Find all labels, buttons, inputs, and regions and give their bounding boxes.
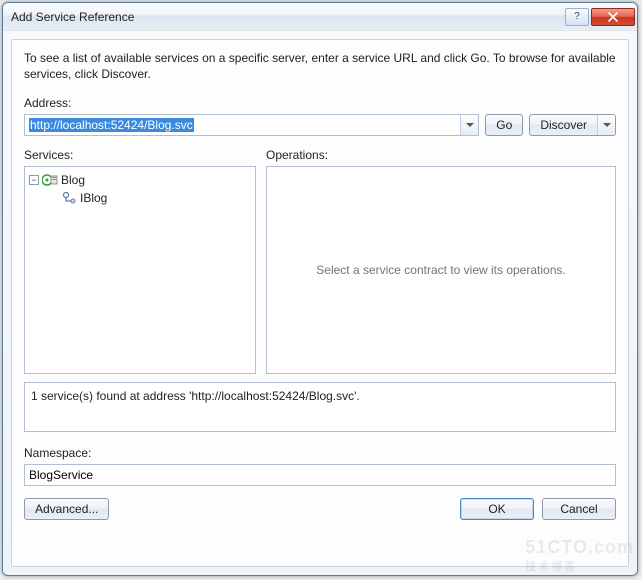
advanced-button-label: Advanced...: [35, 502, 98, 516]
status-box: 1 service(s) found at address 'http://lo…: [24, 382, 616, 432]
tree-node-child-label: IBlog: [80, 191, 107, 205]
ok-button[interactable]: OK: [460, 498, 534, 520]
ok-button-label: OK: [488, 502, 505, 516]
tree-node-root[interactable]: − Blog: [27, 171, 253, 189]
address-combobox[interactable]: http://localhost:52424/Blog.svc: [24, 114, 479, 136]
cancel-button-label: Cancel: [560, 502, 597, 516]
discover-button[interactable]: Discover: [529, 114, 616, 136]
address-row: http://localhost:52424/Blog.svc Go Disco…: [24, 114, 616, 136]
operations-placeholder: Select a service contract to view its op…: [316, 263, 565, 277]
dialog-body: To see a list of available services on a…: [3, 31, 637, 575]
interface-icon: [61, 190, 77, 206]
address-input[interactable]: http://localhost:52424/Blog.svc: [25, 115, 460, 135]
advanced-button[interactable]: Advanced...: [24, 498, 109, 520]
chevron-down-icon: [466, 123, 474, 127]
titlebar: Add Service Reference ?: [3, 3, 637, 31]
services-column: Services: −: [24, 148, 256, 374]
address-label: Address:: [24, 96, 71, 110]
discover-button-label: Discover: [530, 115, 597, 135]
go-button[interactable]: Go: [485, 114, 523, 136]
instructions-text: To see a list of available services on a…: [24, 50, 616, 82]
main-panel: To see a list of available services on a…: [11, 39, 629, 567]
tree-node-root-label: Blog: [61, 173, 85, 187]
dialog-window: Add Service Reference ? To see a list of…: [2, 2, 638, 576]
status-text: 1 service(s) found at address 'http://lo…: [31, 389, 360, 403]
address-dropdown-button[interactable]: [460, 115, 478, 135]
window-controls: ?: [565, 8, 635, 26]
help-button[interactable]: ?: [565, 8, 589, 26]
lists-row: Services: −: [24, 148, 616, 374]
close-icon: [608, 12, 618, 22]
close-button[interactable]: [591, 8, 635, 26]
operations-label: Operations:: [266, 148, 328, 162]
cancel-button[interactable]: Cancel: [542, 498, 616, 520]
chevron-down-icon: [603, 123, 611, 127]
tree-node-child[interactable]: IBlog: [27, 189, 253, 207]
services-label: Services:: [24, 148, 73, 162]
service-icon: [42, 172, 58, 188]
address-value: http://localhost:52424/Blog.svc: [29, 118, 194, 132]
namespace-label: Namespace:: [24, 446, 91, 460]
window-title: Add Service Reference: [11, 10, 565, 24]
tree-expander[interactable]: −: [29, 175, 39, 185]
discover-dropdown-button[interactable]: [597, 115, 615, 135]
help-icon: ?: [574, 11, 580, 22]
footer-row: Advanced... OK Cancel: [24, 498, 616, 520]
go-button-label: Go: [496, 118, 512, 132]
services-tree[interactable]: − Blog: [24, 166, 256, 374]
operations-column: Operations: Select a service contract to…: [266, 148, 616, 374]
namespace-input[interactable]: [24, 464, 616, 486]
operations-list[interactable]: Select a service contract to view its op…: [266, 166, 616, 374]
